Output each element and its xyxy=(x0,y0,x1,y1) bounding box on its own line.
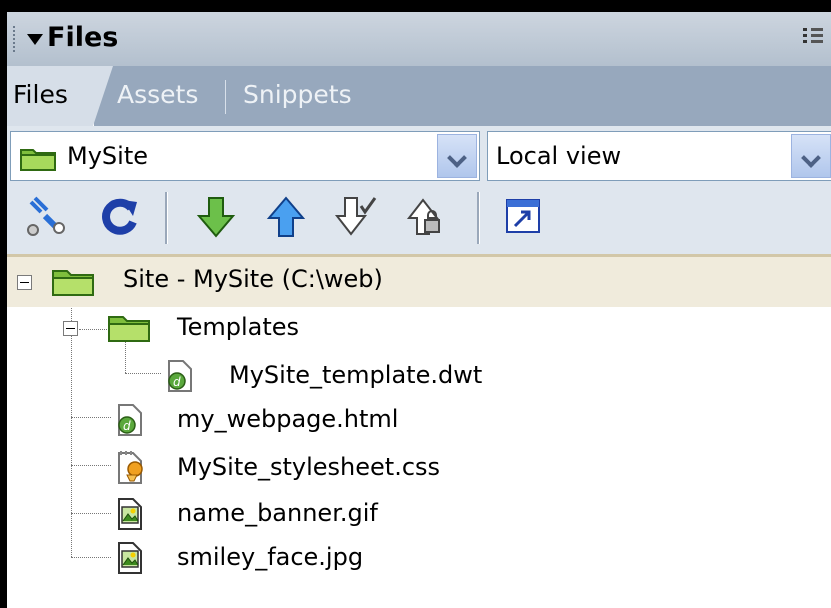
connect-icon[interactable] xyxy=(23,194,69,240)
check-out-icon[interactable] xyxy=(333,194,379,240)
tree-row-file[interactable]: MySite_stylesheet.css xyxy=(7,447,831,489)
view-dropdown-arrow-icon[interactable] xyxy=(791,134,831,178)
image-file-icon xyxy=(118,542,142,574)
put-files-icon[interactable] xyxy=(263,194,309,240)
collapse-toggle-icon[interactable] xyxy=(17,275,32,290)
get-files-icon[interactable] xyxy=(193,194,239,240)
tree-row-file[interactable]: smiley_face.jpg xyxy=(7,537,831,579)
dreamweaver-file-icon: d xyxy=(168,360,192,392)
refresh-icon[interactable] xyxy=(97,194,143,240)
tab-divider xyxy=(225,80,226,114)
folder-icon xyxy=(20,149,56,171)
file-tree: Site - MySite (C:\web) Templates d MySit… xyxy=(7,257,831,608)
tree-root-label: Site - MySite (C:\web) xyxy=(123,265,383,293)
toolbar-divider xyxy=(477,192,480,244)
view-select-value: Local view xyxy=(496,142,622,170)
tab-snippets[interactable]: Snippets xyxy=(243,80,352,109)
tree-templates-label: Templates xyxy=(177,313,300,341)
file-name: MySite_template.dwt xyxy=(229,361,483,389)
image-file-icon xyxy=(118,498,142,530)
options-menu-icon[interactable] xyxy=(803,28,823,48)
site-select-value: MySite xyxy=(67,142,148,170)
expand-panel-icon[interactable] xyxy=(501,194,547,240)
site-dropdown-arrow-icon[interactable] xyxy=(437,134,477,178)
toolbar-divider xyxy=(165,192,168,244)
tree-row-root[interactable]: Site - MySite (C:\web) xyxy=(7,257,831,307)
site-folder-icon xyxy=(52,270,94,296)
panel-title: Files xyxy=(47,22,119,53)
view-select[interactable]: Local view xyxy=(487,131,831,181)
folder-icon xyxy=(108,316,150,342)
tab-files[interactable]: Files xyxy=(13,80,68,109)
tree-row-file[interactable]: name_banner.gif xyxy=(7,493,831,535)
panel-title-bar[interactable]: Files xyxy=(7,12,831,67)
css-file-icon xyxy=(118,451,143,484)
selector-row: MySite Local view xyxy=(7,126,831,186)
dreamweaver-file-icon: d xyxy=(118,404,142,436)
site-select[interactable]: MySite xyxy=(10,131,480,181)
tab-bar: Files Assets Snippets xyxy=(7,66,831,126)
tab-assets[interactable]: Assets xyxy=(117,80,198,109)
tree-row-file[interactable]: d my_webpage.html xyxy=(7,399,831,441)
file-name: name_banner.gif xyxy=(177,499,378,527)
file-name: smiley_face.jpg xyxy=(177,543,364,571)
svg-text:d: d xyxy=(173,375,181,389)
collapse-toggle-icon[interactable] xyxy=(63,321,78,336)
tree-row-file[interactable]: d MySite_template.dwt xyxy=(7,355,831,397)
file-name: my_webpage.html xyxy=(177,405,399,433)
svg-text:d: d xyxy=(123,419,131,433)
toolbar xyxy=(7,186,831,257)
collapse-triangle-icon[interactable] xyxy=(27,34,43,45)
drag-grip-icon[interactable] xyxy=(13,26,18,52)
tree-row-templates[interactable]: Templates xyxy=(7,309,831,351)
file-name: MySite_stylesheet.css xyxy=(177,453,441,481)
check-in-icon[interactable] xyxy=(403,194,449,240)
